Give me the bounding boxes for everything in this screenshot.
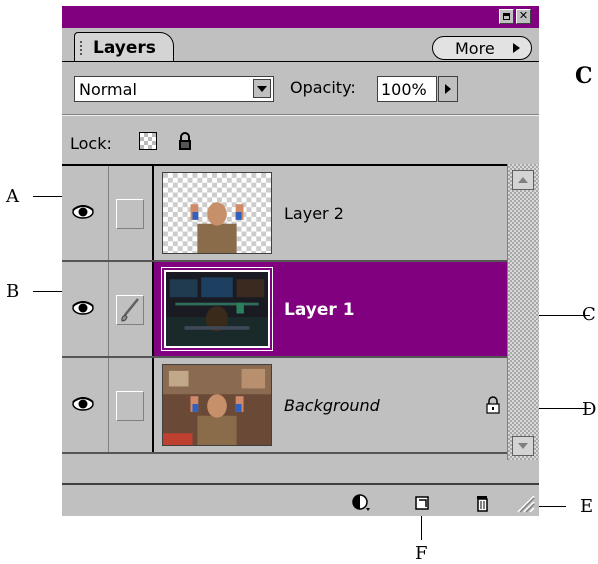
- chevron-up-icon: [518, 177, 528, 183]
- more-button[interactable]: More: [432, 36, 532, 60]
- title-bar[interactable]: ✕: [62, 6, 539, 28]
- trash-icon[interactable]: [472, 492, 492, 512]
- layer-name: Layer 1: [284, 300, 355, 320]
- layers-list: Layer 2 Layer 1 Background: [62, 164, 507, 460]
- layer-name: Layer 2: [284, 204, 344, 223]
- tab-divider: [62, 61, 539, 62]
- opacity-value: 100%: [381, 80, 427, 99]
- opacity-input[interactable]: 100%: [377, 76, 437, 102]
- eye-icon: [72, 397, 94, 411]
- lock-icon: [486, 396, 500, 414]
- new-layer-icon[interactable]: [412, 492, 432, 512]
- scroll-up-button[interactable]: [512, 170, 534, 190]
- annotation-d: D: [582, 399, 597, 420]
- tab-layers-label: Layers: [93, 38, 156, 58]
- layer-content[interactable]: Layer 1: [154, 262, 507, 356]
- tab-grip-icon[interactable]: [80, 41, 88, 55]
- minimize-icon[interactable]: [499, 9, 514, 24]
- paintbrush-icon: [121, 298, 139, 322]
- blend-mode-select[interactable]: Normal: [74, 76, 274, 102]
- annotation-e: E: [580, 496, 594, 517]
- link-box: [116, 199, 144, 229]
- layers-scrollbar[interactable]: [507, 164, 539, 460]
- more-button-label: More: [455, 39, 495, 58]
- visibility-toggle[interactable]: [62, 166, 109, 260]
- blend-mode-dropdown-button[interactable]: [253, 79, 271, 98]
- divider-highlight: [62, 115, 539, 116]
- link-box: [116, 391, 144, 421]
- layer-thumbnail: [162, 172, 272, 254]
- lock-transparency-icon[interactable]: [139, 132, 157, 150]
- visibility-toggle[interactable]: [62, 358, 109, 452]
- close-icon[interactable]: ✕: [516, 9, 531, 24]
- resize-grip-icon[interactable]: [512, 490, 536, 514]
- layer-content[interactable]: Background: [154, 358, 507, 452]
- link-box: [116, 295, 144, 325]
- layer-row-background[interactable]: Background: [62, 358, 507, 454]
- blend-mode-value: Normal: [79, 80, 137, 99]
- lock-label: Lock:: [70, 134, 112, 153]
- opacity-slider-button[interactable]: [438, 76, 458, 102]
- chevron-right-icon: [445, 84, 451, 94]
- annotation-a: A: [6, 186, 19, 207]
- link-toggle[interactable]: [108, 166, 154, 260]
- opacity-label: Opacity:: [290, 78, 356, 97]
- adjustment-layer-icon[interactable]: [352, 492, 372, 512]
- annotation-b: B: [6, 281, 20, 302]
- chevron-down-icon: [257, 86, 267, 92]
- layer-thumbnail: [162, 364, 272, 446]
- more-arrow-icon: [513, 43, 520, 53]
- layer-name: Background: [284, 396, 380, 415]
- lock-all-icon[interactable]: [178, 131, 192, 151]
- layer-thumbnail: [161, 267, 273, 351]
- annotation-c-top: C: [575, 63, 593, 89]
- link-toggle[interactable]: [108, 358, 154, 452]
- layer-row-layer-2[interactable]: Layer 2: [62, 166, 507, 262]
- layer-row-layer-1[interactable]: Layer 1: [62, 262, 507, 358]
- visibility-toggle[interactable]: [62, 262, 109, 356]
- tab-layers[interactable]: Layers: [74, 32, 174, 62]
- eye-icon: [72, 301, 94, 315]
- layers-footer: [62, 483, 539, 516]
- layer-content[interactable]: Layer 2: [154, 166, 507, 260]
- annotation-f: F: [415, 543, 428, 564]
- link-toggle[interactable]: [108, 262, 154, 356]
- scroll-down-button[interactable]: [512, 436, 534, 456]
- eye-icon: [72, 205, 94, 219]
- chevron-down-icon: [518, 443, 528, 449]
- layers-panel: ✕ Layers More Normal Opacity: 100% Lock:: [62, 6, 539, 516]
